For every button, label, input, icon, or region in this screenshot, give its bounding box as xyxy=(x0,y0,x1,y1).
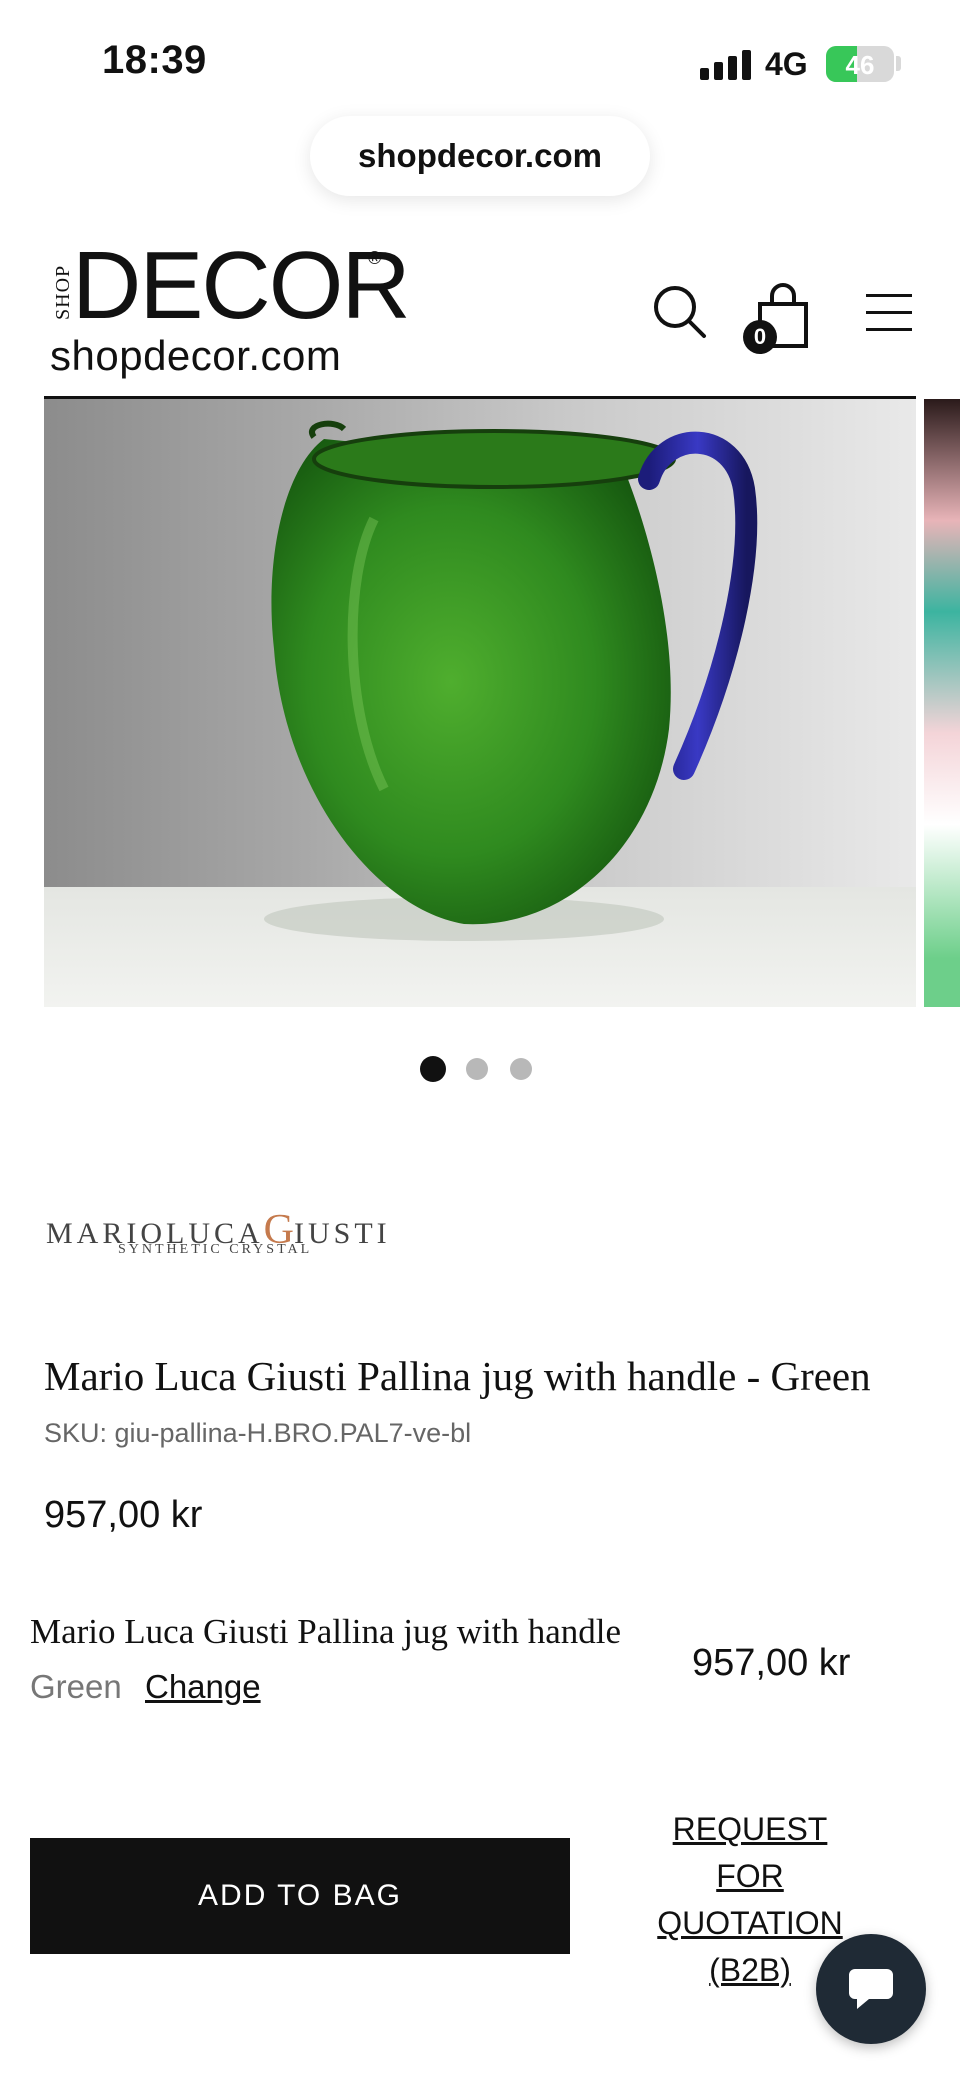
battery-level: 46 xyxy=(845,50,875,80)
product-title: Mario Luca Giusti Pallina jug with handl… xyxy=(44,1353,871,1399)
product-price: 957,00 kr xyxy=(44,1494,203,1536)
brand-logo[interactable]: MARIOLUCAGIUSTI SYNTHETIC CRYSTAL xyxy=(44,1200,424,1270)
signal-icon xyxy=(700,48,752,80)
battery-icon: 46 xyxy=(826,46,894,82)
variant-change-link[interactable]: Change xyxy=(145,1668,261,1706)
product-image[interactable] xyxy=(44,399,916,1007)
address-bar[interactable]: shopdecor.com xyxy=(310,116,650,196)
battery-cap xyxy=(896,56,901,71)
variant-name: Mario Luca Giusti Pallina jug with handl… xyxy=(30,1612,622,1651)
logo-decor: DECOR xyxy=(72,232,411,339)
add-to-bag-button[interactable]: ADD TO BAG xyxy=(30,1838,570,1954)
chat-button[interactable] xyxy=(816,1934,926,2044)
network-label: 4G xyxy=(765,46,808,82)
variant-color: Green xyxy=(30,1668,122,1705)
gallery-dot-2[interactable] xyxy=(466,1058,488,1080)
status-time: 18:39 xyxy=(102,38,207,82)
gallery-dot-3[interactable] xyxy=(510,1058,532,1080)
gallery-dots[interactable] xyxy=(420,1056,540,1084)
chat-bubble-icon xyxy=(849,1969,893,2009)
status-bar: 18:39 4G 46 xyxy=(0,0,960,120)
menu-icon[interactable] xyxy=(866,290,916,336)
logo-registered: ® xyxy=(368,248,382,268)
quote-line-3: QUOTATION xyxy=(657,1905,843,1941)
bag-count-badge: 0 xyxy=(743,320,777,354)
quote-line-2: FOR xyxy=(716,1858,784,1894)
gallery-dot-1[interactable] xyxy=(420,1056,446,1082)
quote-line-1: REQUEST xyxy=(672,1811,828,1847)
site-logo[interactable]: SHOP DECOR ® shopdecor.com xyxy=(50,238,411,380)
logo-domain: shopdecor.com xyxy=(50,332,342,379)
variant-price: 957,00 kr xyxy=(692,1642,851,1684)
green-jug-illustration xyxy=(264,420,758,941)
brand-logo-sub: SYNTHETIC CRYSTAL xyxy=(118,1242,313,1257)
next-product-image-peek[interactable] xyxy=(924,399,960,1007)
product-sku: SKU: giu-pallina-H.BRO.PAL7-ve-bl xyxy=(44,1418,472,1448)
search-icon[interactable] xyxy=(652,284,708,340)
